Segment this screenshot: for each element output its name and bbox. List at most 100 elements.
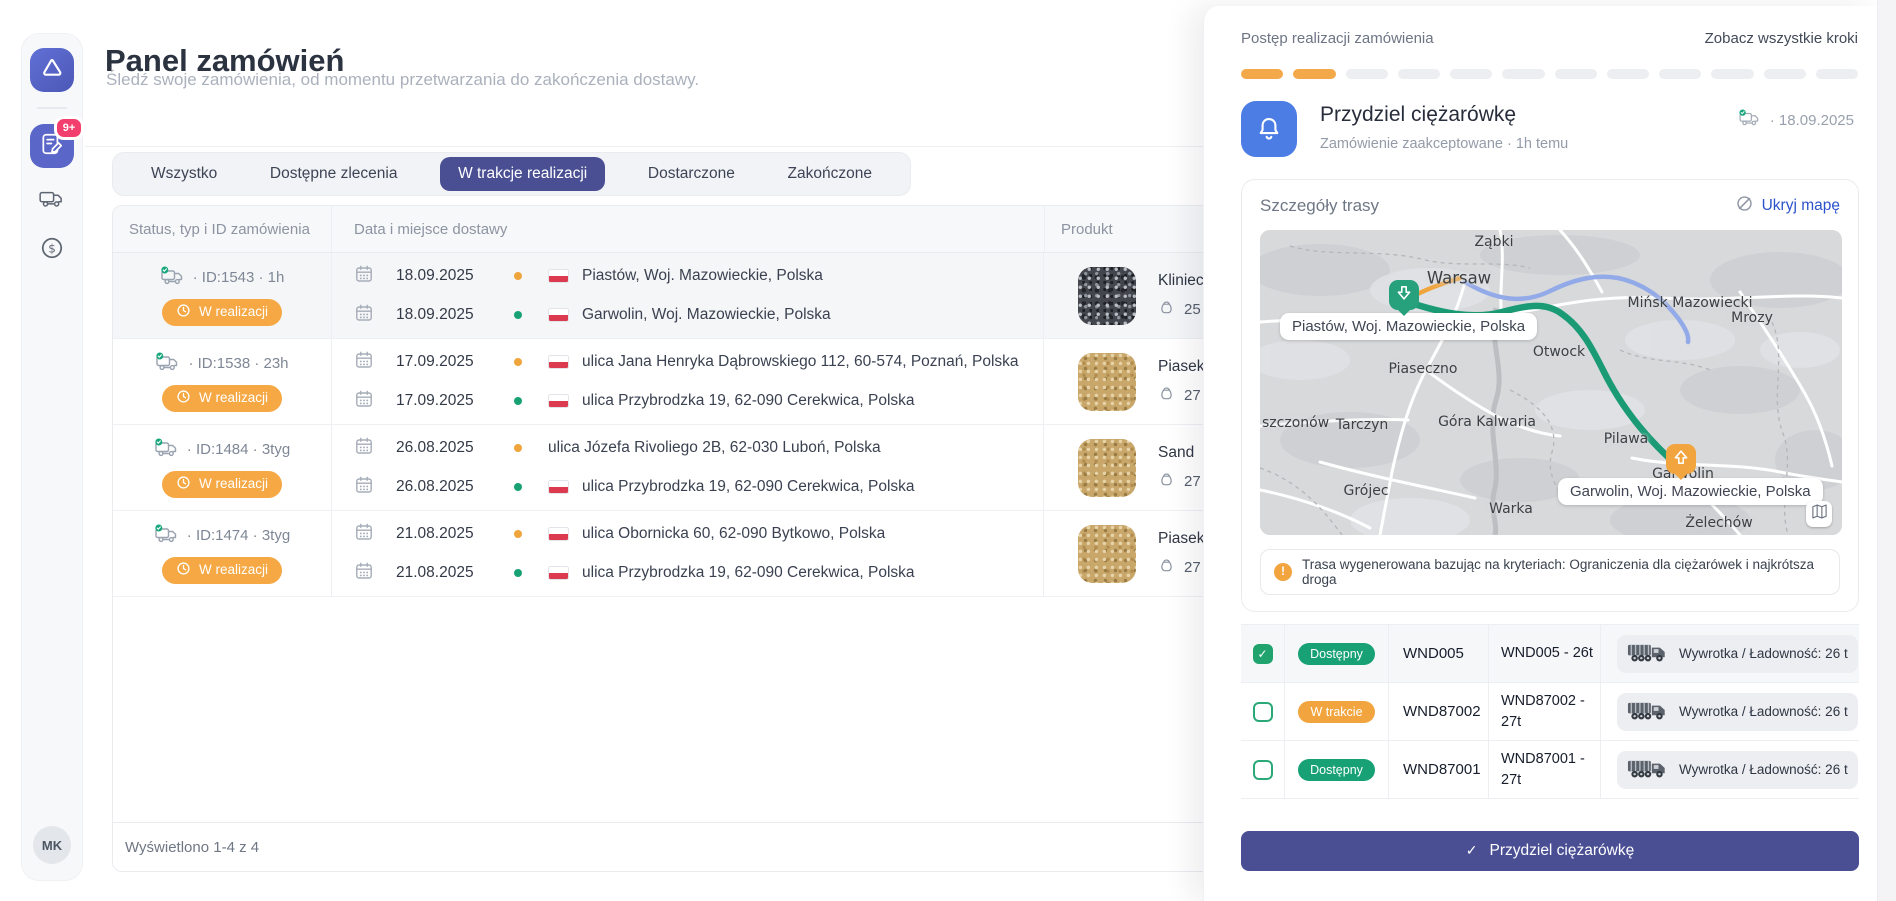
truck-status-badge: Dostępny: [1298, 643, 1375, 665]
table-row[interactable]: · ID:1543 · 1h W realizacji 18.09.2025 P…: [113, 253, 1293, 339]
weight-bag-icon: [1158, 471, 1175, 492]
status-badge: W realizacji: [162, 299, 282, 326]
page-subtitle: Śledź swoje zamówienia, od momentu przet…: [106, 70, 699, 90]
calendar-icon: [354, 561, 374, 586]
pickup-dot: [514, 272, 522, 280]
warning-icon: [1274, 563, 1292, 581]
table-footer: Wyświetlono 1-4 z 4: [113, 822, 1293, 871]
origin-marker[interactable]: [1389, 280, 1419, 310]
route-note: Trasa wygenerowana bazując na kryteriach…: [1260, 549, 1840, 595]
pickup-date: 17.09.2025: [396, 353, 514, 371]
user-avatar[interactable]: MK: [33, 826, 71, 864]
dump-truck-icon: [1627, 639, 1669, 669]
truck-status-badge: Dostępny: [1298, 759, 1375, 781]
clock-icon: [176, 389, 191, 407]
map-label: Mińsk Mazowiecki: [1628, 295, 1753, 311]
map-label: Góra Kalwaria: [1438, 414, 1536, 430]
order-id: · ID:1474 · 3tyg: [187, 527, 290, 544]
origin-pill: Piastów, Woj. Mazowieckie, Polska: [1280, 313, 1537, 340]
dropoff-address: ulica Przybrodzka 19, 62-090 Cerekwica, …: [582, 392, 915, 410]
table-row[interactable]: · ID:1474 · 3tyg W realizacji 21.08.2025…: [113, 511, 1293, 597]
truck-check-icon: [154, 438, 180, 462]
dropoff-date: 17.09.2025: [396, 392, 514, 410]
sidebar-item-payments[interactable]: [30, 232, 74, 268]
progress-segment: [1346, 69, 1388, 79]
orders-table: Status, typ i ID zamówienia Data i miejs…: [112, 205, 1294, 872]
tab-in-progress[interactable]: W trakcje realizacji: [440, 157, 605, 191]
tab-delivered[interactable]: Dostarczone: [638, 157, 745, 191]
product-image: [1078, 353, 1136, 411]
status-badge: W realizacji: [162, 557, 282, 584]
tab-all[interactable]: Wszystko: [141, 157, 227, 191]
table-row[interactable]: · ID:1538 · 23h W realizacji 17.09.2025 …: [113, 339, 1293, 425]
pickup-date: 26.08.2025: [396, 439, 514, 457]
trucks-table: Dostępny WND005 WND005 - 26t Wywrotka / …: [1241, 624, 1859, 799]
dropoff-date: 21.08.2025: [396, 564, 514, 582]
current-step: Przydziel ciężarówkę Zamówienie zaakcept…: [1241, 101, 1858, 157]
poland-flag-icon: [548, 480, 569, 494]
dropoff-dot: [514, 311, 522, 319]
see-all-steps-link[interactable]: Zobacz wszystkie kroki: [1705, 30, 1858, 47]
sidebar-item-orders[interactable]: 9+: [30, 124, 74, 168]
truck-spec-chip: Wywrotka / Ładowność: 26 t: [1617, 635, 1858, 673]
poland-flag-icon: [548, 269, 569, 283]
weight-bag-icon: [1158, 299, 1175, 320]
truck-checkbox[interactable]: [1253, 702, 1273, 722]
progress-segment: [1398, 69, 1440, 79]
pickup-address: ulica Jana Henryka Dąbrowskiego 112, 60-…: [582, 353, 1019, 371]
hide-map-link[interactable]: Ukryj mapę: [1735, 194, 1840, 218]
calendar-icon: [354, 436, 374, 461]
product-name: Sand: [1158, 444, 1209, 462]
poland-flag-icon: [548, 394, 569, 408]
map-label: Tarczyn: [1336, 417, 1388, 433]
dollar-icon: [39, 235, 65, 266]
progress-segment: [1764, 69, 1806, 79]
assign-truck-button[interactable]: Przydziel ciężarówkę: [1241, 831, 1859, 871]
truck-name: WND87002 - 27t: [1489, 691, 1600, 732]
order-id: · ID:1543 · 1h: [193, 269, 285, 286]
product-name: Piasek: [1158, 358, 1209, 376]
bell-icon: [1241, 101, 1297, 157]
route-map[interactable]: Ząbki Warsaw Mińsk Mazowiecki Mrozy Otwo…: [1260, 230, 1842, 535]
map-label: Warka: [1489, 501, 1533, 517]
map-label: Mrozy: [1731, 310, 1773, 326]
truck-row[interactable]: W trakcie WND87002 WND87002 - 27t Wywrot…: [1241, 683, 1859, 741]
dropoff-date: 26.08.2025: [396, 478, 514, 496]
check-icon: [1466, 842, 1478, 860]
progress-segment: [1711, 69, 1753, 79]
tab-available[interactable]: Dostępne zlecenia: [260, 157, 408, 191]
col-dates: Data i miejsce dostawy: [331, 206, 1044, 252]
calendar-icon: [354, 522, 374, 547]
truck-checkbox[interactable]: [1253, 760, 1273, 780]
status-badge: W realizacji: [162, 385, 282, 412]
map-label: Pilawa: [1604, 431, 1649, 447]
scrollbar[interactable]: [1877, 0, 1896, 901]
table-row[interactable]: · ID:1484 · 3tyg W realizacji 26.08.2025…: [113, 425, 1293, 511]
truck-check-icon: [1738, 109, 1762, 131]
product-image: [1078, 267, 1136, 325]
sidebar: 9+ MK: [21, 33, 83, 881]
product-name: Piasek: [1158, 530, 1209, 548]
notification-badge: 9+: [54, 116, 84, 140]
truck-checkbox[interactable]: [1253, 644, 1273, 664]
route-title: Szczegóły trasy: [1260, 196, 1379, 216]
pickup-date: 18.09.2025: [396, 267, 514, 285]
clock-icon: [176, 475, 191, 493]
arrow-up-icon: [1671, 447, 1691, 472]
truck-code: WND005: [1389, 645, 1464, 662]
app-logo[interactable]: [30, 48, 74, 92]
pickup-dot: [514, 444, 522, 452]
map-fold-icon: [1811, 503, 1828, 525]
results-count: Wyświetlono 1-4 z 4: [125, 839, 259, 856]
clock-icon: [176, 303, 191, 321]
truck-spec-chip: Wywrotka / Ładowność: 26 t: [1617, 751, 1858, 789]
clock-icon: [176, 561, 191, 579]
tab-completed[interactable]: Zakończone: [778, 157, 882, 191]
truck-check-icon: [155, 352, 181, 376]
destination-marker[interactable]: [1666, 444, 1696, 474]
calendar-icon: [354, 389, 374, 414]
truck-row[interactable]: Dostępny WND005 WND005 - 26t Wywrotka / …: [1241, 625, 1859, 683]
sidebar-item-deliveries[interactable]: [30, 182, 74, 218]
truck-row[interactable]: Dostępny WND87001 WND87001 - 27t Wywrotk…: [1241, 741, 1859, 799]
map-attribution-button[interactable]: [1806, 501, 1832, 527]
